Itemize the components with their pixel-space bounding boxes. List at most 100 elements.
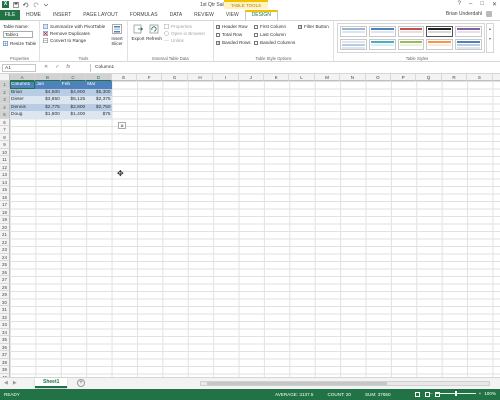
summarize-pivottable-button[interactable]: Summarize with PivotTable — [43, 24, 105, 29]
banded-columns-checkbox[interactable] — [254, 40, 258, 45]
table-header-cell[interactable]: Feb — [60, 81, 87, 89]
row-header-20[interactable]: 20 — [0, 223, 10, 231]
table-cell[interactable]: $3,850 — [35, 96, 61, 104]
unlink-button[interactable]: Unlink — [164, 38, 184, 43]
export-button[interactable]: Export — [130, 24, 146, 41]
column-header-i[interactable]: I — [213, 74, 239, 81]
table-style-option[interactable] — [340, 26, 367, 37]
name-box[interactable]: A1 — [2, 64, 36, 72]
table-cell[interactable]: $2,375 — [86, 96, 112, 104]
row-header-13[interactable]: 13 — [0, 171, 10, 179]
open-in-browser-button[interactable]: Open in Browser — [164, 31, 205, 36]
row-header-8[interactable]: 8 — [0, 133, 10, 141]
column-header-l[interactable]: L — [289, 74, 315, 81]
table-cell[interactable]: $5,300 — [86, 88, 112, 96]
row-header-15[interactable]: 15 — [0, 186, 10, 194]
save-icon[interactable] — [13, 1, 19, 8]
sheet-tab-sheet1[interactable]: Sheet1 — [35, 378, 68, 388]
table-style-option[interactable] — [455, 26, 482, 37]
close-button[interactable]: ✕ — [492, 1, 497, 8]
tab-view[interactable]: VIEW — [220, 10, 245, 20]
last-column-checkbox[interactable] — [254, 32, 258, 37]
table-cell[interactable]: $75 — [86, 111, 112, 119]
filter-button-checkbox[interactable] — [298, 24, 303, 30]
column-header-p[interactable]: P — [391, 74, 417, 81]
table-style-option[interactable] — [397, 26, 425, 37]
row-header-31[interactable]: 31 — [0, 306, 10, 314]
row-header-22[interactable]: 22 — [0, 238, 10, 246]
row-header-30[interactable]: 30 — [0, 298, 10, 306]
row-header-37[interactable]: 37 — [0, 351, 10, 359]
column-header-t[interactable]: T — [492, 74, 500, 81]
table-cell[interactable]: Doug — [10, 111, 36, 119]
column-header-e[interactable]: E — [111, 74, 137, 81]
row-header-28[interactable]: 28 — [0, 283, 10, 291]
resize-table-button[interactable]: Resize Table — [3, 41, 36, 46]
row-header-3[interactable]: 3 — [0, 96, 10, 104]
refresh-button[interactable]: Refresh — [146, 24, 162, 41]
first-column-option[interactable]: First Column — [254, 24, 286, 29]
table-style-option[interactable] — [397, 39, 425, 50]
insert-slicer-button[interactable]: Insert Slicer — [109, 24, 125, 46]
zoom-in-icon[interactable]: + — [479, 391, 482, 396]
row-header-5[interactable]: 5 — [0, 111, 10, 119]
table-cell[interactable]: $2,800 — [60, 103, 87, 111]
zoom-slider-knob[interactable] — [454, 391, 457, 396]
table-header-cell[interactable]: Jan — [35, 81, 61, 89]
table-style-option[interactable] — [340, 39, 367, 50]
row-header-35[interactable]: 35 — [0, 336, 10, 344]
column-header-q[interactable]: Q — [416, 74, 442, 81]
row-header-10[interactable]: 10 — [0, 148, 10, 156]
quick-analysis-icon[interactable]: ≣ — [118, 122, 126, 129]
remove-duplicates-button[interactable]: Remove Duplicates — [43, 31, 90, 36]
row-header-33[interactable]: 33 — [0, 321, 10, 329]
row-header-34[interactable]: 34 — [0, 328, 10, 336]
row-header-26[interactable]: 26 — [0, 268, 10, 276]
table-cell[interactable]: $4,500 — [35, 88, 61, 96]
tab-home[interactable]: HOME — [20, 10, 47, 20]
select-all-corner[interactable] — [0, 74, 10, 81]
help-button[interactable]: ? — [458, 1, 461, 8]
row-header-6[interactable]: 6 — [0, 118, 10, 126]
table-cell[interactable]: Dennis — [10, 103, 36, 111]
tab-file[interactable]: FILE — [0, 10, 20, 20]
tab-data[interactable]: DATA — [164, 10, 189, 20]
row-header-29[interactable]: 29 — [0, 291, 10, 299]
tab-review[interactable]: REVIEW — [188, 10, 220, 20]
redo-icon[interactable] — [33, 2, 39, 8]
table-style-option[interactable] — [426, 39, 454, 50]
column-header-f[interactable]: F — [137, 74, 163, 81]
zoom-slider[interactable] — [435, 391, 476, 396]
table-cell[interactable]: $1,800 — [35, 111, 61, 119]
header-row-checkbox[interactable] — [216, 24, 221, 30]
table-cell[interactable]: $2,750 — [86, 103, 112, 111]
tab-insert[interactable]: INSERT — [47, 10, 77, 20]
enter-icon[interactable]: ✓ — [55, 64, 59, 70]
table-styles-more-button[interactable]: ▴ ▾ — [486, 23, 494, 53]
formula-input[interactable]: Column1 — [90, 64, 492, 72]
tab-page-layout[interactable]: PAGE LAYOUT — [77, 10, 124, 20]
row-header-11[interactable]: 11 — [0, 156, 10, 164]
row-header-1[interactable]: 1 — [0, 81, 10, 89]
first-column-checkbox[interactable] — [254, 24, 258, 29]
row-header-4[interactable]: 4 — [0, 103, 10, 111]
table-name-input[interactable]: Table1 — [3, 31, 33, 38]
total-row-option[interactable]: Total Row — [216, 32, 242, 37]
customize-qat-icon[interactable] — [43, 2, 49, 8]
user-account[interactable]: Brian Underdahl — [446, 11, 492, 17]
table-header-cell[interactable]: Mar — [86, 81, 112, 89]
row-header-9[interactable]: 9 — [0, 141, 10, 149]
worksheet-grid[interactable]: ABCDEFGHIJKLMNOPQRST 1234567891011121314… — [0, 74, 500, 377]
tab-formulas[interactable]: FORMULAS — [124, 10, 164, 20]
column-header-o[interactable]: O — [365, 74, 391, 81]
previous-sheet-icon[interactable]: ◀ — [4, 380, 8, 386]
row-header-24[interactable]: 24 — [0, 253, 10, 261]
table-cell[interactable]: Dieter — [10, 96, 36, 104]
row-header-19[interactable]: 19 — [0, 216, 10, 224]
zoom-out-icon[interactable]: – — [430, 391, 433, 396]
row-header-17[interactable]: 17 — [0, 201, 10, 209]
table-style-option[interactable] — [368, 26, 396, 37]
column-header-h[interactable]: H — [187, 74, 214, 81]
column-header-b[interactable]: B — [35, 74, 61, 81]
column-header-s[interactable]: S — [467, 74, 493, 81]
